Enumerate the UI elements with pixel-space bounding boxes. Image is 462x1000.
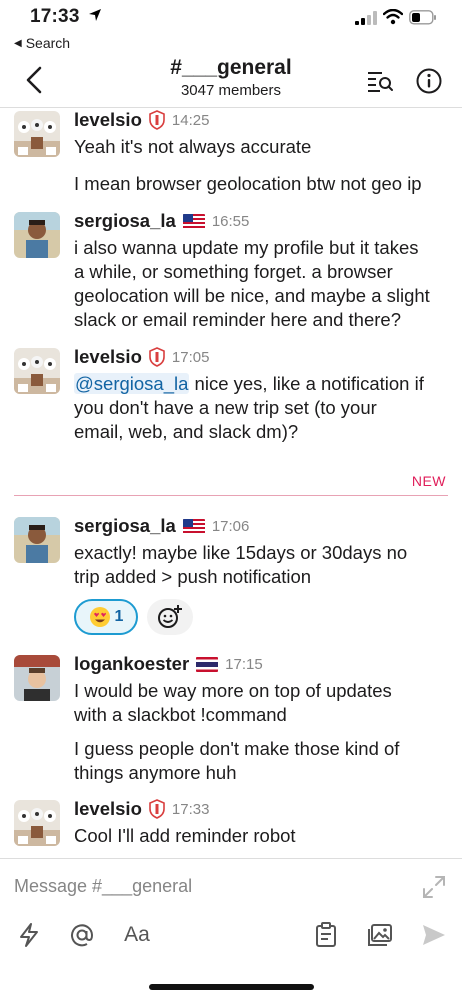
message-text: i also wanna update my profile but it ta… — [74, 236, 444, 332]
shield-badge-icon — [149, 110, 165, 130]
clipboard-button[interactable] — [313, 921, 339, 949]
location-arrow-icon — [89, 9, 101, 21]
message[interactable]: logankoester 17:15 I would be way more o… — [0, 653, 462, 788]
text-line: @sergiosa_la nice yes, like a notificati… — [74, 372, 444, 396]
status-bar: 17:33 — [0, 0, 462, 32]
heart-eyes-emoji-icon — [89, 607, 110, 627]
text-line: i also wanna update my profile but it ta… — [74, 237, 419, 258]
text-line: you don't have a new trip set (to your — [74, 397, 377, 418]
avatar[interactable] — [14, 517, 60, 563]
message-text: I would be way more on top of updates wi… — [74, 679, 444, 727]
text-line: things anymore huh — [74, 762, 237, 783]
status-time: 17:33 — [30, 6, 80, 27]
us-flag-icon — [182, 518, 205, 534]
author-name[interactable]: sergiosa_la — [74, 210, 176, 232]
avatar[interactable] — [14, 348, 60, 394]
composer-toolbar: Aa — [0, 921, 462, 951]
message-timestamp: 17:05 — [171, 348, 210, 366]
shortcuts-lightning-icon — [20, 923, 38, 947]
send-button[interactable] — [420, 921, 448, 949]
mention-at-icon — [71, 924, 94, 947]
avatar[interactable] — [14, 800, 60, 846]
text-line: with a slackbot !command — [74, 704, 287, 725]
message[interactable]: sergiosa_la 17:06 exactly! maybe like 15… — [0, 515, 462, 640]
message[interactable]: levelsio 14:25 Yeah it's not always accu… — [0, 109, 462, 199]
new-messages-divider — [14, 495, 448, 496]
text-line: exactly! maybe like 15days or 30days no — [74, 542, 408, 563]
message-text: exactly! maybe like 15days or 30days no … — [74, 541, 444, 589]
text-line: Cool I'll add reminder robot — [74, 825, 296, 846]
author-name[interactable]: sergiosa_la — [74, 515, 176, 537]
text-line: geolocation will be nice, and maybe a sl… — [74, 285, 430, 306]
message[interactable]: sergiosa_la 16:55 i also wanna update my… — [0, 210, 462, 335]
avatar[interactable] — [14, 111, 60, 157]
author-name[interactable]: levelsio — [74, 798, 142, 820]
text-line: a while, or something forget. a browser — [74, 261, 393, 282]
back-to-app-link[interactable]: ◀ Search — [14, 35, 70, 51]
home-indicator[interactable] — [149, 984, 314, 990]
text-line: I would be way more on top of updates — [74, 680, 392, 701]
text-line: Yeah it's not always accurate — [74, 136, 312, 157]
add-reaction-icon — [158, 605, 182, 628]
message-text: I guess people don't make those kind of … — [74, 737, 444, 785]
author-name[interactable]: levelsio — [74, 346, 142, 368]
photo-icon — [368, 924, 392, 946]
message[interactable]: levelsio 17:05 @sergiosa_la nice yes, li… — [0, 346, 462, 456]
battery-icon — [409, 10, 436, 25]
message-timestamp: 17:06 — [211, 517, 250, 535]
message-input[interactable]: Message #___general — [14, 876, 192, 897]
message-composer: Message #___general Aa — [0, 858, 462, 958]
wifi-icon — [383, 9, 403, 25]
add-reaction-button[interactable] — [147, 599, 193, 635]
text-line: email, web, and slack dm)? — [74, 421, 299, 442]
search-in-channel-icon[interactable] — [366, 69, 394, 93]
avatar[interactable] — [14, 655, 60, 701]
text-line: I guess people don't make those kind of — [74, 738, 400, 759]
message-timestamp: 14:25 — [171, 111, 210, 129]
message-timestamp: 17:33 — [171, 800, 210, 818]
text-line: slack or email reminder here and there? — [74, 309, 401, 330]
text-line: I mean browser geolocation btw not geo i… — [74, 173, 422, 194]
message-text: Cool I'll add reminder robot — [74, 824, 444, 848]
clipboard-icon — [316, 922, 336, 947]
reaction-count: 1 — [114, 608, 124, 625]
message-text: I mean browser geolocation btw not geo i… — [74, 172, 444, 196]
message-timestamp: 17:15 — [225, 655, 263, 673]
back-triangle-icon: ◀ — [14, 37, 22, 49]
message-text: Yeah it's not always accurate — [74, 135, 444, 159]
author-name[interactable]: logankoester — [74, 653, 189, 675]
channel-header: #___general 3047 members — [0, 52, 462, 108]
signal-icon — [355, 11, 377, 25]
shield-badge-icon — [149, 347, 165, 367]
mention-line-rest: nice yes, like a notification if — [189, 373, 424, 394]
thai-flag-icon — [196, 656, 219, 672]
new-messages-label: NEW — [411, 473, 446, 489]
shortcuts-button[interactable] — [16, 921, 42, 949]
send-icon — [423, 925, 445, 945]
format-text-button[interactable]: Aa — [120, 921, 154, 949]
message-timestamp: 16:55 — [211, 212, 250, 230]
photo-button[interactable] — [366, 921, 394, 949]
message[interactable]: levelsio 17:33 Cool I'll add reminder ro… — [0, 798, 462, 856]
shield-badge-icon — [149, 799, 165, 819]
back-app-label: Search — [25, 35, 71, 51]
author-name[interactable]: levelsio — [74, 109, 142, 131]
mention-button[interactable] — [68, 921, 96, 949]
text-line: trip added > push notification — [74, 566, 312, 587]
us-flag-icon — [182, 213, 205, 229]
avatar[interactable] — [14, 212, 60, 258]
reaction-pill[interactable]: 1 — [74, 599, 138, 635]
user-mention[interactable]: @sergiosa_la — [74, 373, 190, 394]
message-text: @sergiosa_la nice yes, like a notificati… — [74, 372, 444, 444]
info-icon[interactable] — [416, 68, 442, 94]
expand-icon[interactable] — [422, 875, 446, 899]
